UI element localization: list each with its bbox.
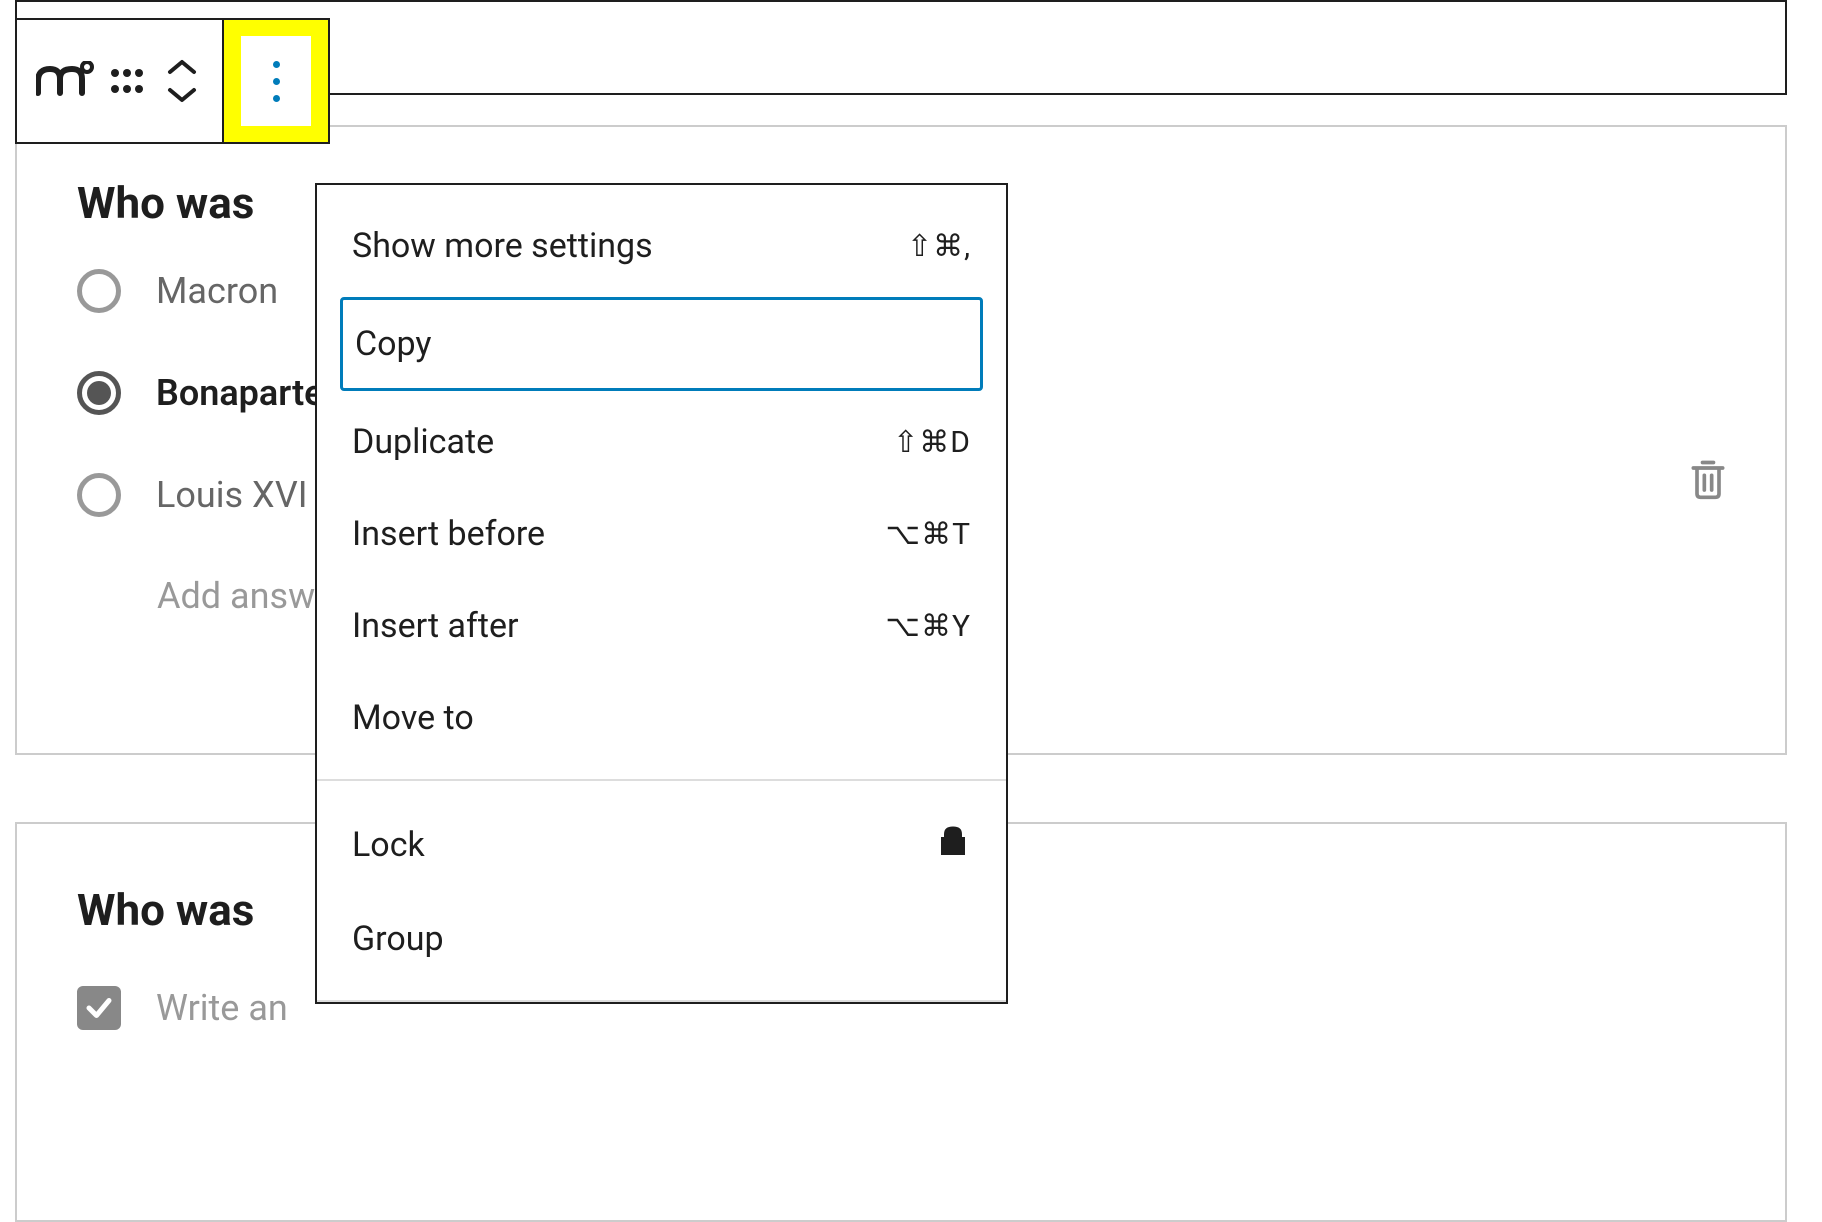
menu-item-label: Group xyxy=(352,919,444,959)
menu-item-label: Move to xyxy=(352,698,474,738)
drag-handle-icon xyxy=(110,68,144,94)
menu-item-shortcut: ⌥⌘T xyxy=(886,517,971,552)
radio-button[interactable] xyxy=(77,269,121,313)
menu-copy[interactable]: Copy xyxy=(340,297,983,391)
menu-lock[interactable]: Lock xyxy=(322,796,1001,893)
menu-section-2: Lock Group xyxy=(317,781,1006,1000)
more-options-button[interactable] xyxy=(241,36,311,126)
menu-item-label: Show more settings xyxy=(352,226,653,266)
menu-item-shortcut: ⇧⌘D xyxy=(893,425,971,460)
trash-icon xyxy=(1686,457,1730,501)
radio-button-selected[interactable] xyxy=(77,371,121,415)
block-toolbar xyxy=(15,18,330,144)
menu-section-1: Show more settings ⇧⌘, Copy Duplicate ⇧⌘… xyxy=(317,185,1006,779)
menu-insert-before[interactable]: Insert before ⌥⌘T xyxy=(322,488,1001,580)
menu-item-label: Copy xyxy=(355,324,432,364)
menu-item-label: Insert after xyxy=(352,606,519,646)
menu-group[interactable]: Group xyxy=(322,893,1001,985)
menu-divider xyxy=(317,1000,1006,1002)
block-options-menu: Show more settings ⇧⌘, Copy Duplicate ⇧⌘… xyxy=(315,183,1008,1004)
check-icon xyxy=(84,993,114,1023)
delete-button[interactable] xyxy=(1686,457,1730,505)
menu-item-label: Lock xyxy=(352,825,425,865)
menu-item-label: Duplicate xyxy=(352,422,494,462)
block-type-button[interactable] xyxy=(27,20,102,142)
move-up-button[interactable] xyxy=(167,58,197,76)
more-vert-icon xyxy=(273,61,280,102)
drag-handle-button[interactable] xyxy=(102,20,152,142)
menu-move-to[interactable]: Move to xyxy=(322,672,1001,764)
more-options-highlight xyxy=(224,20,328,142)
menu-item-label: Insert before xyxy=(352,514,545,554)
lock-icon xyxy=(935,822,971,867)
menu-duplicate[interactable]: Duplicate ⇧⌘D xyxy=(322,396,1001,488)
menu-show-more-settings[interactable]: Show more settings ⇧⌘, xyxy=(322,200,1001,292)
answer-label[interactable]: Louis XVI xyxy=(156,474,308,516)
answer-label[interactable]: Bonaparte xyxy=(156,372,324,414)
menu-item-shortcut: ⌥⌘Y xyxy=(885,609,971,644)
checkbox-label[interactable]: Write an xyxy=(156,987,288,1029)
toolbar-right-section xyxy=(224,20,328,142)
move-buttons xyxy=(152,20,212,142)
checkbox-checked[interactable] xyxy=(77,986,121,1030)
answer-label[interactable]: Macron xyxy=(156,270,278,312)
menu-insert-after[interactable]: Insert after ⌥⌘Y xyxy=(322,580,1001,672)
move-down-button[interactable] xyxy=(167,86,197,104)
block-type-icon xyxy=(36,61,94,101)
menu-item-shortcut: ⇧⌘, xyxy=(907,229,971,264)
radio-button[interactable] xyxy=(77,473,121,517)
toolbar-left-section xyxy=(17,20,224,142)
